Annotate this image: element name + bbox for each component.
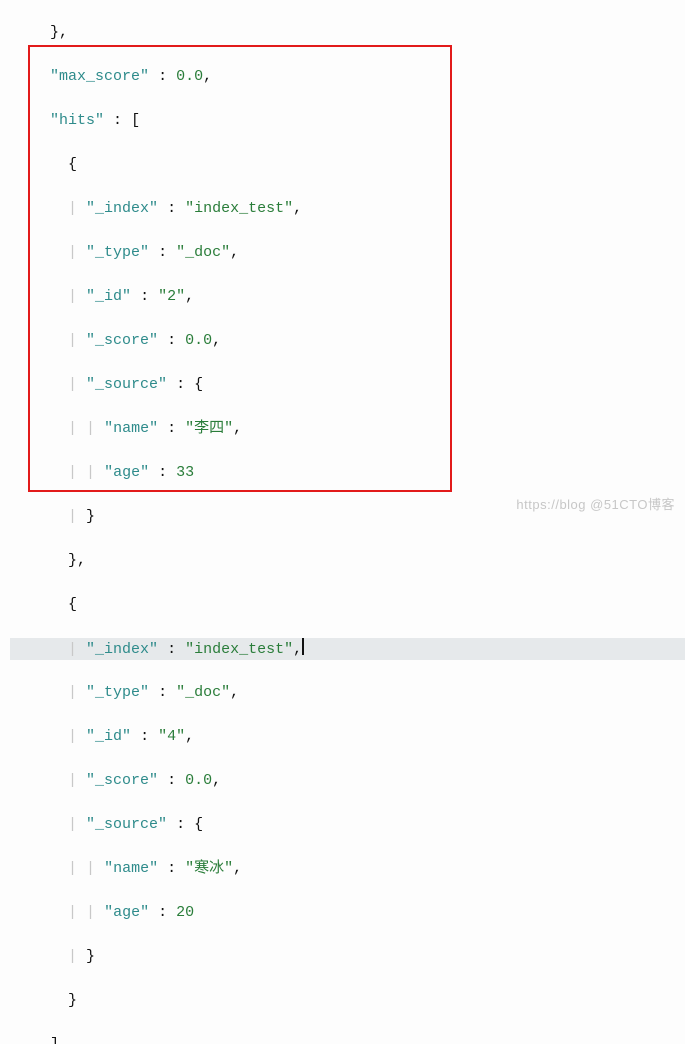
json-key: "_score" — [86, 332, 158, 349]
json-number: 20 — [176, 904, 194, 921]
json-number: 33 — [176, 464, 194, 481]
code-line: "max_score" : 0.0, — [10, 66, 685, 88]
json-string: "2" — [158, 288, 185, 305]
code-line: | | "name" : "寒冰", — [10, 858, 685, 880]
code-line: { — [10, 154, 685, 176]
code-line: "hits" : [ — [10, 110, 685, 132]
json-number: 0.0 — [185, 772, 212, 789]
code-line: }, — [10, 22, 685, 44]
json-number: 0.0 — [176, 68, 203, 85]
json-string: "李四" — [185, 420, 233, 437]
watermark-text: https://blog @51CTO博客 — [516, 494, 675, 516]
json-key: "hits" — [50, 112, 104, 129]
json-key: "_type" — [86, 244, 149, 261]
json-key: "age" — [104, 464, 149, 481]
json-string: "_doc" — [176, 244, 230, 261]
json-key: "_source" — [86, 816, 167, 833]
code-line: | "_score" : 0.0, — [10, 330, 685, 352]
json-number: 0.0 — [185, 332, 212, 349]
code-line: | "_type" : "_doc", — [10, 242, 685, 264]
code-line: | "_type" : "_doc", — [10, 682, 685, 704]
json-key: "_source" — [86, 376, 167, 393]
code-line: ] — [10, 1034, 685, 1044]
json-key: "_id" — [86, 728, 131, 745]
json-key: "name" — [104, 860, 158, 877]
json-key: "_index" — [86, 200, 158, 217]
code-line: | | "age" : 33 — [10, 462, 685, 484]
json-key: "_score" — [86, 772, 158, 789]
code-line: } — [10, 990, 685, 1012]
code-line: | "_source" : { — [10, 374, 685, 396]
json-key: "_type" — [86, 684, 149, 701]
code-line: | "_source" : { — [10, 814, 685, 836]
text-cursor — [302, 638, 304, 655]
json-string: "4" — [158, 728, 185, 745]
json-string: "index_test" — [185, 200, 293, 217]
code-line-highlighted: | "_index" : "index_test", — [10, 638, 685, 660]
code-line: { — [10, 594, 685, 616]
code-line: | | "age" : 20 — [10, 902, 685, 924]
json-key: "_id" — [86, 288, 131, 305]
code-line: | "_index" : "index_test", — [10, 198, 685, 220]
json-string: "寒冰" — [185, 860, 233, 877]
json-string: "index_test" — [185, 641, 293, 658]
code-line: | | "name" : "李四", — [10, 418, 685, 440]
code-line: | "_id" : "2", — [10, 286, 685, 308]
code-line: | "_score" : 0.0, — [10, 770, 685, 792]
code-line: | "_id" : "4", — [10, 726, 685, 748]
code-line: | } — [10, 946, 685, 968]
json-string: "_doc" — [176, 684, 230, 701]
json-code-block: }, "max_score" : 0.0, "hits" : [ { | "_i… — [0, 0, 685, 1044]
json-key: "name" — [104, 420, 158, 437]
code-line: }, — [10, 550, 685, 572]
json-key: "max_score" — [50, 68, 149, 85]
json-key: "age" — [104, 904, 149, 921]
json-key: "_index" — [86, 641, 158, 658]
